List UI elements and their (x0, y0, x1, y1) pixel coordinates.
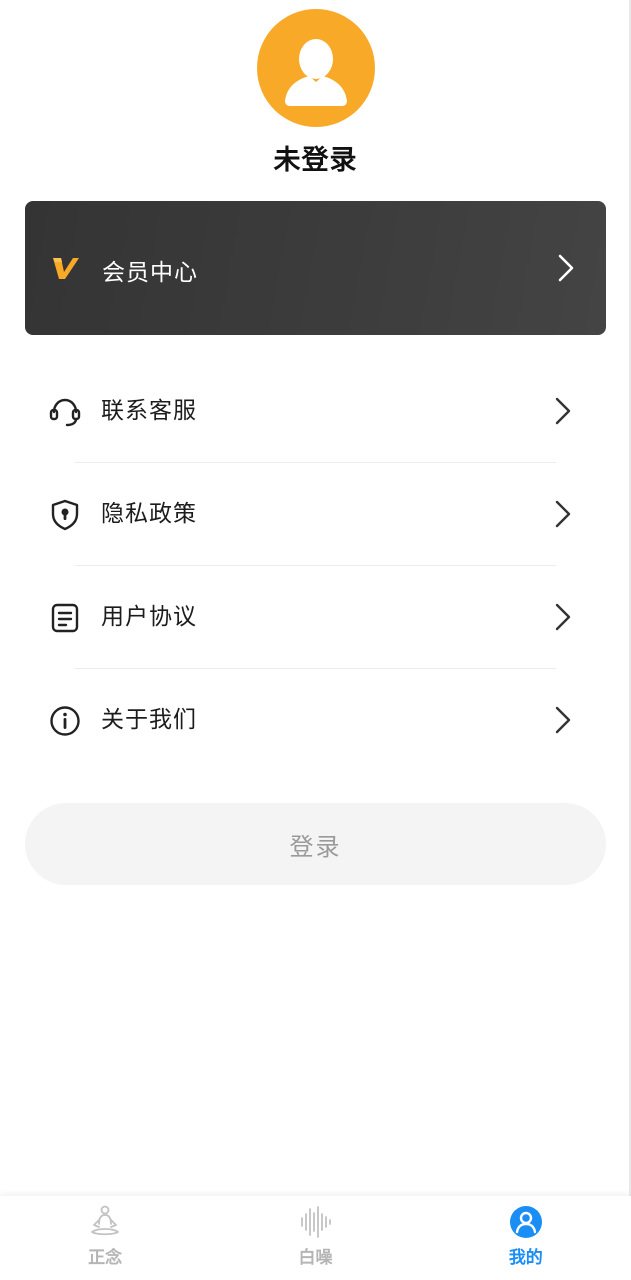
tab-label: 正念 (88, 1248, 123, 1268)
vip-v-icon (53, 258, 79, 279)
headset-icon (49, 398, 81, 427)
chevron-right-icon (555, 397, 571, 425)
soundwave-icon (301, 1206, 332, 1238)
chevron-right-icon (555, 500, 571, 528)
login-button[interactable]: 登录 (25, 803, 606, 885)
vip-center-card[interactable]: 会员中心 (25, 201, 606, 335)
shield-lock-icon (51, 499, 79, 531)
chevron-right-icon (555, 603, 571, 631)
tab-label: 我的 (508, 1248, 543, 1268)
username-text[interactable]: 未登录 (0, 138, 631, 177)
vip-center-label: 会员中心 (102, 260, 198, 286)
menu-item-label: 用户协议 (101, 604, 197, 630)
bottom-tab-bar: 正念 白噪 我的 (0, 1196, 631, 1280)
meditation-icon (91, 1205, 120, 1236)
avatar[interactable] (257, 9, 375, 127)
menu-item-label: 联系客服 (101, 398, 197, 424)
profile-page: 未登录 会员中心 联系客服 隐私政策 用户协议 关于我们 登录 正念 白噪 我的 (0, 0, 631, 1280)
info-icon (50, 706, 80, 736)
menu-item-label: 关于我们 (101, 707, 197, 733)
menu-item-privacy-policy[interactable]: 隐私政策 (0, 463, 631, 566)
menu-item-user-agreement[interactable]: 用户协议 (0, 566, 631, 669)
menu-item-about-us[interactable]: 关于我们 (0, 669, 631, 772)
user-silhouette-icon (285, 39, 347, 106)
tab-white-noise[interactable]: 白噪 (210, 1196, 420, 1280)
menu-item-contact-support[interactable]: 联系客服 (0, 360, 631, 463)
tab-label: 白噪 (298, 1248, 333, 1268)
chevron-right-icon (558, 254, 574, 282)
chevron-right-icon (555, 706, 571, 734)
settings-menu: 联系客服 隐私政策 用户协议 关于我们 (0, 360, 631, 772)
document-icon (51, 603, 79, 633)
menu-item-label: 隐私政策 (101, 501, 197, 527)
tab-mindfulness[interactable]: 正念 (0, 1196, 210, 1280)
tab-mine[interactable]: 我的 (421, 1196, 631, 1280)
user-icon (509, 1206, 542, 1238)
